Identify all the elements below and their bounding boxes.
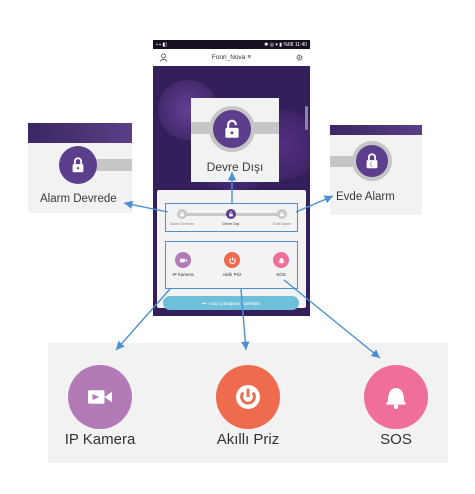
arrow [240,288,250,351]
arrow [283,279,381,359]
arrow [115,288,171,351]
annotation-arrows [115,172,381,359]
arrow [123,200,169,213]
arrow [295,195,334,213]
